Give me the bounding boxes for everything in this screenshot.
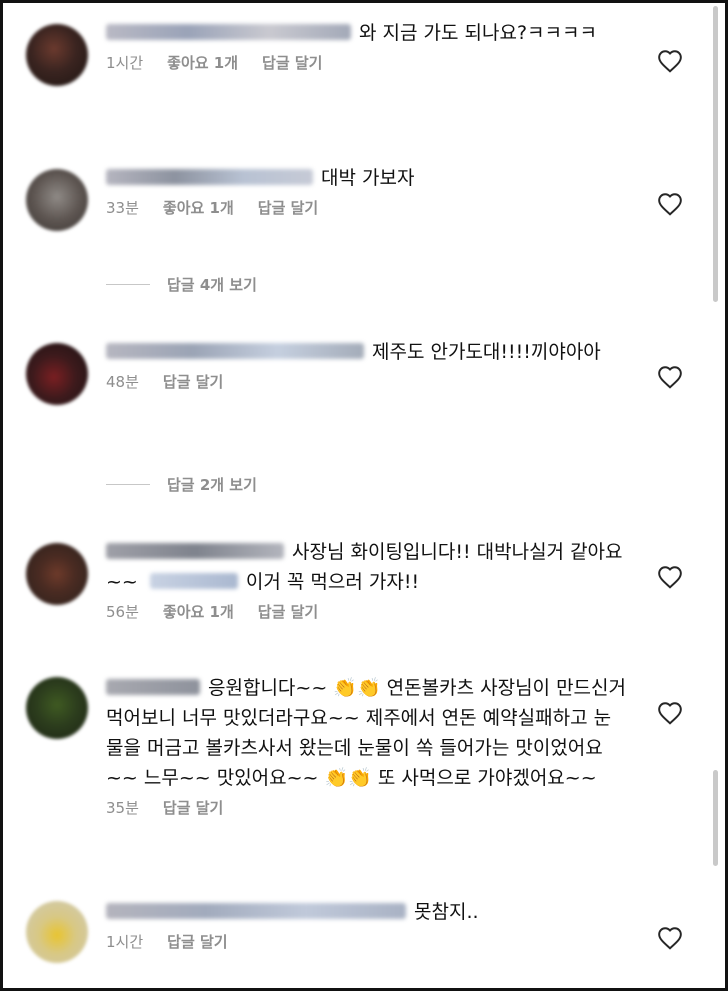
clapping-hands-icon: 👏👏 — [324, 767, 372, 789]
avatar[interactable] — [26, 169, 88, 231]
avatar[interactable] — [26, 24, 88, 86]
heart-icon[interactable] — [657, 49, 683, 73]
heart-icon[interactable] — [657, 192, 683, 216]
avatar[interactable] — [26, 543, 88, 605]
avatar[interactable] — [26, 343, 88, 405]
reply-button[interactable]: 답글 달기 — [262, 52, 322, 73]
heart-icon[interactable] — [657, 565, 683, 589]
username-blurred[interactable] — [106, 24, 351, 40]
comment-body: 제주도 안가도대!!!!끼야아아 — [372, 341, 601, 363]
view-replies-label[interactable]: 답글 2개 보기 — [167, 474, 257, 495]
divider-line — [106, 284, 150, 285]
comment-text: 응원합니다~~ 👏👏 연돈볼카츠 사장님이 만드신거 먹어보니 너무 맛있더라구… — [106, 673, 626, 793]
clapping-hands-icon: 👏👏 — [333, 677, 381, 699]
comment-body: 대박 가보자 — [321, 167, 415, 189]
comment-meta: 1시간 답글 달기 — [106, 931, 626, 952]
window-frame — [0, 0, 728, 991]
comment-text: 와 지금 가도 되나요?ㅋㅋㅋㅋ — [106, 18, 626, 48]
comment-text: 대박 가보자 — [106, 163, 626, 193]
avatar[interactable] — [26, 901, 88, 963]
timestamp: 1시간 — [106, 933, 144, 951]
timestamp: 1시간 — [106, 54, 144, 72]
avatar[interactable] — [26, 677, 88, 739]
heart-icon[interactable] — [657, 701, 683, 725]
reply-button[interactable]: 답글 달기 — [163, 797, 223, 818]
reply-button[interactable]: 답글 달기 — [163, 371, 223, 392]
comment-text: 사장님 화이팅입니다!! 대박나실거 같아요~~ 이거 꼭 먹으러 가자!! — [106, 537, 626, 597]
comment-text: 제주도 안가도대!!!!끼야아아 — [106, 337, 626, 367]
comment-body-end: 또 사먹으로 가야겠어요~~ — [377, 767, 597, 789]
comment-meta: 1시간 좋아요 1개 답글 달기 — [106, 52, 626, 73]
divider-line — [106, 484, 150, 485]
likes-count[interactable]: 좋아요 1개 — [163, 197, 234, 218]
view-replies-label[interactable]: 답글 4개 보기 — [167, 274, 257, 295]
likes-count[interactable]: 좋아요 1개 — [167, 52, 238, 73]
heart-icon[interactable] — [657, 365, 683, 389]
view-replies-button[interactable]: 답글 4개 보기 — [106, 274, 257, 295]
scrollbar-thumb[interactable] — [713, 6, 718, 302]
reply-button[interactable]: 답글 달기 — [167, 931, 227, 952]
comment-meta: 35분 답글 달기 — [106, 797, 626, 818]
timestamp: 33분 — [106, 199, 139, 217]
comment-text: 못참지.. — [106, 897, 626, 927]
timestamp: 35분 — [106, 799, 139, 817]
timestamp: 48분 — [106, 373, 139, 391]
mention-blurred[interactable] — [149, 573, 238, 589]
username-blurred[interactable] — [106, 343, 364, 359]
username-blurred[interactable] — [106, 903, 406, 919]
comment-meta: 48분 답글 달기 — [106, 371, 626, 392]
username-blurred[interactable] — [106, 169, 313, 185]
username-blurred[interactable] — [106, 679, 200, 695]
view-replies-button[interactable]: 답글 2개 보기 — [106, 474, 257, 495]
reply-button[interactable]: 답글 달기 — [258, 601, 318, 622]
comment-meta: 56분 좋아요 1개 답글 달기 — [106, 601, 626, 622]
scrollbar-thumb-secondary[interactable] — [713, 770, 718, 866]
comment-meta: 33분 좋아요 1개 답글 달기 — [106, 197, 626, 218]
timestamp: 56분 — [106, 603, 139, 621]
heart-icon[interactable] — [657, 926, 683, 950]
username-blurred[interactable] — [106, 543, 284, 559]
comment-body: 응원합니다~~ — [208, 677, 328, 699]
comment-body: 못참지.. — [414, 901, 479, 923]
comment-body: 와 지금 가도 되나요?ㅋㅋㅋㅋ — [359, 22, 597, 44]
comment-body-continued: 이거 꼭 먹으러 가자!! — [245, 571, 420, 593]
likes-count[interactable]: 좋아요 1개 — [163, 601, 234, 622]
reply-button[interactable]: 답글 달기 — [258, 197, 318, 218]
